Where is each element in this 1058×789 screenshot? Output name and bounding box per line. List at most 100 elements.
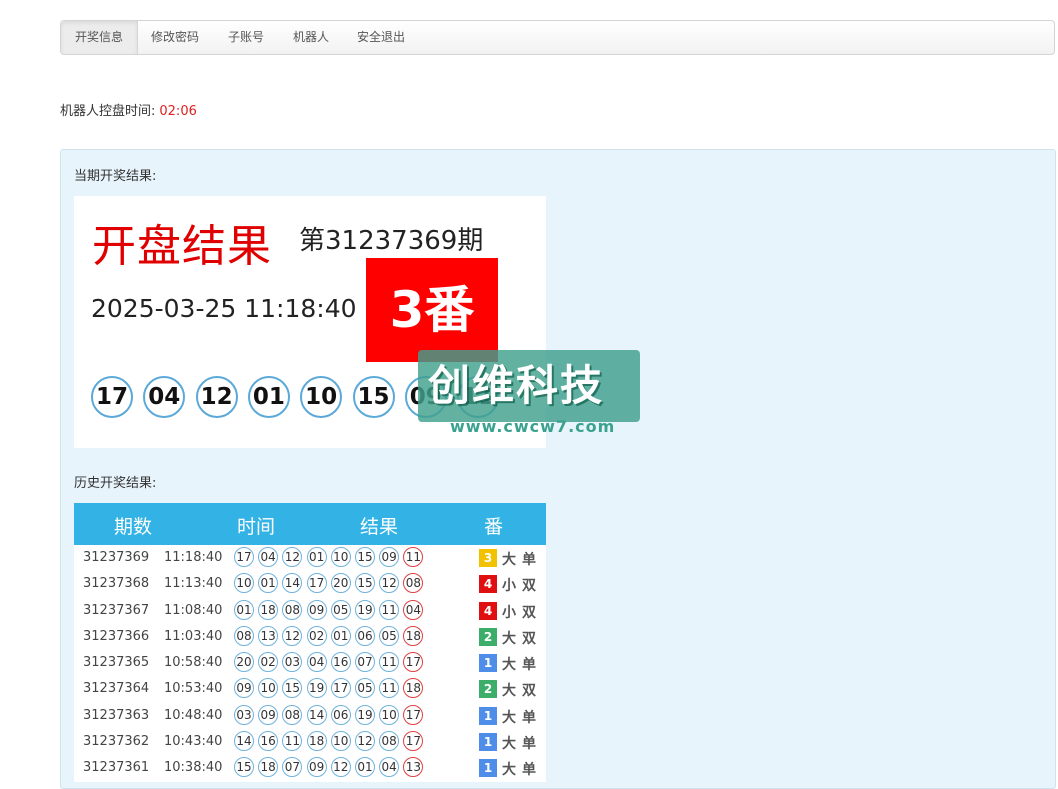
row-ball: 09 <box>306 599 327 620</box>
row-period: 31237365 <box>83 655 150 671</box>
history-row: 31237369 11:18:40 17 04 12 01 10 15 09 11 3 大单 <box>74 545 546 571</box>
header-fan: 番 <box>484 516 504 538</box>
history-row: 31237367 11:08:40 01 18 08 09 05 19 11 04 4 小双 <box>74 598 546 624</box>
row-ball: 03 <box>234 704 254 725</box>
row-fan-badge: 1 <box>479 654 497 673</box>
robot-time-value: 02:06 <box>159 104 197 119</box>
header-result: 结果 <box>360 516 399 538</box>
tab-sub-account[interactable]: 子账号 <box>215 21 277 54</box>
row-time: 10:53:40 <box>164 681 223 697</box>
row-ball: 02 <box>258 652 279 673</box>
row-ball: 16 <box>330 652 351 673</box>
top-nav: 开奖信息 修改密码 子账号 机器人 安全退出 <box>60 20 1055 55</box>
row-time: 11:08:40 <box>164 602 223 618</box>
row-ball: 17 <box>403 731 424 752</box>
tab-logout[interactable]: 安全退出 <box>345 21 417 54</box>
row-size: 大 <box>502 683 516 700</box>
history-table: 期数 时间 结果 番 31237369 11:18:40 17 04 12 01 10 15 0… <box>74 503 546 782</box>
row-ball: 18 <box>306 731 327 752</box>
row-fan-badge: 4 <box>479 575 497 594</box>
row-ball: 17 <box>234 547 254 567</box>
row-ball: 08 <box>234 625 254 646</box>
row-ball: 10 <box>258 678 279 699</box>
row-fan-badge: 2 <box>479 627 497 646</box>
row-parity: 单 <box>522 657 536 674</box>
result-datetime: 2025-03-25 11:18:40 <box>91 294 357 323</box>
row-ball: 06 <box>330 704 351 725</box>
result-period: 第31237369期 <box>299 226 484 256</box>
row-fan-badge: 2 <box>479 680 497 699</box>
result-ball: 10 <box>300 376 343 418</box>
watermark-text: 创维科技 <box>428 361 605 410</box>
row-time: 10:43:40 <box>164 734 223 750</box>
row-ball: 17 <box>403 652 424 673</box>
row-ball: 02 <box>306 625 327 646</box>
row-size: 大 <box>502 657 516 674</box>
result-title: 开盘结果 <box>92 221 272 272</box>
row-ball: 03 <box>282 652 303 673</box>
row-ball: 17 <box>330 678 351 699</box>
robot-time-label: 机器人控盘时间: <box>60 104 156 119</box>
result-ball: 12 <box>195 376 238 418</box>
tab-robot[interactable]: 机器人 <box>281 21 341 54</box>
row-fan-badge: 3 <box>479 549 497 567</box>
row-ball: 18 <box>403 625 424 646</box>
history-result-label: 历史开奖结果: <box>74 476 157 491</box>
row-period: 31237363 <box>83 707 150 723</box>
row-ball: 18 <box>403 678 424 699</box>
row-ball: 09 <box>258 704 279 725</box>
row-ball: 12 <box>330 757 351 778</box>
row-parity: 双 <box>522 604 536 621</box>
row-ball: 04 <box>403 599 424 620</box>
row-period: 31237362 <box>83 734 150 750</box>
row-ball: 07 <box>282 757 303 778</box>
row-ball: 15 <box>234 757 254 778</box>
row-ball: 13 <box>258 625 279 646</box>
tab-change-password[interactable]: 修改密码 <box>139 21 211 54</box>
row-ball: 09 <box>306 757 327 778</box>
row-ball: 01 <box>330 625 351 646</box>
row-ball: 14 <box>234 731 254 752</box>
row-ball: 08 <box>282 704 303 725</box>
row-ball: 10 <box>330 731 351 752</box>
row-ball: 14 <box>306 704 327 725</box>
row-ball: 12 <box>379 573 400 594</box>
watermark-logo: 创维科技 <box>418 350 640 422</box>
row-ball: 12 <box>282 547 303 567</box>
row-period: 31237366 <box>83 628 150 644</box>
row-time: 10:38:40 <box>164 760 223 776</box>
row-ball: 11 <box>379 678 400 699</box>
row-parity: 单 <box>522 736 536 753</box>
row-ball: 16 <box>258 731 279 752</box>
row-time: 11:18:40 <box>164 550 223 565</box>
history-row: 31237363 10:48:40 03 09 08 14 06 19 10 17 1 大单 <box>74 703 546 729</box>
history-row: 31237361 10:38:40 15 18 07 09 12 01 04 13 1 大单 <box>74 755 546 781</box>
row-ball: 19 <box>355 599 375 620</box>
row-fan-badge: 1 <box>479 706 497 725</box>
row-period: 31237361 <box>83 760 150 776</box>
tab-lottery-info[interactable]: 开奖信息 <box>61 21 138 54</box>
row-period: 31237367 <box>83 602 150 618</box>
row-ball: 19 <box>355 704 375 725</box>
row-parity: 单 <box>522 762 536 779</box>
row-ball: 20 <box>330 573 351 594</box>
row-fan-badge: 1 <box>479 759 497 778</box>
row-ball: 01 <box>306 547 327 567</box>
row-ball: 18 <box>258 757 279 778</box>
row-period: 31237369 <box>83 550 150 565</box>
row-ball: 07 <box>355 652 375 673</box>
row-parity: 单 <box>522 709 536 726</box>
row-size: 小 <box>502 604 516 621</box>
row-parity: 双 <box>522 683 536 700</box>
row-parity: 双 <box>522 578 536 595</box>
row-ball: 05 <box>330 599 351 620</box>
row-ball: 10 <box>234 573 254 594</box>
history-row: 31237366 11:03:40 08 13 12 02 01 06 05 18 2 大双 <box>74 624 546 650</box>
row-parity: 双 <box>522 630 536 647</box>
row-ball: 12 <box>355 731 375 752</box>
row-time: 10:58:40 <box>164 655 223 671</box>
row-ball: 04 <box>258 547 279 567</box>
row-fan-badge: 4 <box>479 601 497 620</box>
row-ball: 10 <box>330 547 351 567</box>
row-ball: 04 <box>379 757 400 778</box>
